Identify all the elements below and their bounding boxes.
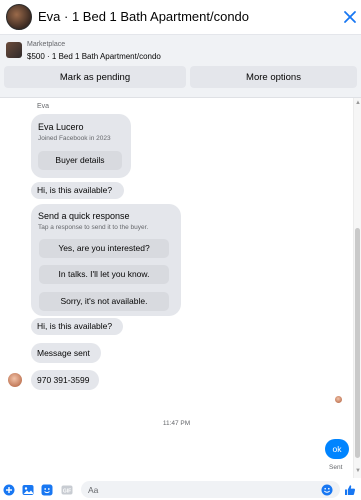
mark-as-pending-button[interactable]: Mark as pending: [4, 66, 186, 88]
my-message-bubble: ok: [325, 439, 349, 459]
scrollbar[interactable]: ▲ ▼: [353, 98, 361, 478]
marketplace-label: Marketplace: [27, 41, 66, 48]
conversation-area: Eva Eva Lucero Joined Facebook in 2023 B…: [0, 98, 353, 478]
timestamp: 11:47 PM: [162, 420, 191, 427]
quick-response-subtitle: Tap a response to send it to the buyer.: [38, 224, 149, 231]
sent-status: Sent: [329, 464, 343, 471]
marketplace-card: Marketplace $500 · 1 Bed 1 Bath Apartmen…: [0, 35, 361, 98]
quick-response-card: Send a quick response Tap a response to …: [31, 204, 181, 316]
message-bubble: Message sent: [31, 343, 101, 363]
listing-summary[interactable]: $500 · 1 Bed 1 Bath Apartment/condo: [27, 52, 161, 61]
read-receipt-avatar: [335, 396, 342, 403]
message-input[interactable]: [81, 481, 340, 498]
listing-avatar[interactable]: [6, 4, 32, 30]
quick-response-option[interactable]: Yes, are you interested?: [39, 239, 169, 258]
buyer-name: Eva Lucero: [38, 122, 84, 132]
chat-header: Eva · 1 Bed 1 Bath Apartment/condo: [0, 0, 361, 35]
quick-response-title: Send a quick response: [38, 211, 130, 221]
buyer-joined: Joined Facebook in 2023: [38, 135, 111, 142]
plus-circle-icon[interactable]: [3, 484, 15, 496]
chat-title[interactable]: Eva · 1 Bed 1 Bath Apartment/condo: [38, 9, 249, 24]
sender-name: Eva: [37, 103, 50, 110]
close-icon[interactable]: [343, 10, 357, 24]
scroll-up-arrow-icon[interactable]: ▲: [355, 100, 361, 106]
message-bubble: Hi, is this available?: [31, 318, 123, 335]
thumbs-up-icon[interactable]: [344, 484, 356, 496]
image-icon[interactable]: [22, 484, 34, 496]
svg-text:GIF: GIF: [63, 488, 71, 494]
composer-bar: GIF: [0, 478, 361, 500]
buyer-profile-card: Eva Lucero Joined Facebook in 2023 Buyer…: [31, 114, 131, 178]
scroll-down-arrow-icon[interactable]: ▼: [355, 468, 361, 474]
message-bubble: Hi, is this available?: [31, 182, 124, 199]
quick-response-option[interactable]: In talks. I'll let you know.: [39, 265, 169, 284]
scrollbar-thumb[interactable]: [355, 228, 360, 458]
more-options-button[interactable]: More options: [190, 66, 357, 88]
buyer-avatar[interactable]: [8, 373, 22, 387]
buyer-details-button[interactable]: Buyer details: [38, 151, 122, 170]
gif-icon[interactable]: GIF: [61, 484, 73, 496]
quick-response-option[interactable]: Sorry, it's not available.: [39, 292, 169, 311]
sticker-icon[interactable]: [41, 484, 53, 496]
listing-thumbnail[interactable]: [6, 42, 22, 58]
emoji-icon[interactable]: [321, 484, 333, 496]
message-bubble: 970 391-3599: [31, 370, 99, 390]
